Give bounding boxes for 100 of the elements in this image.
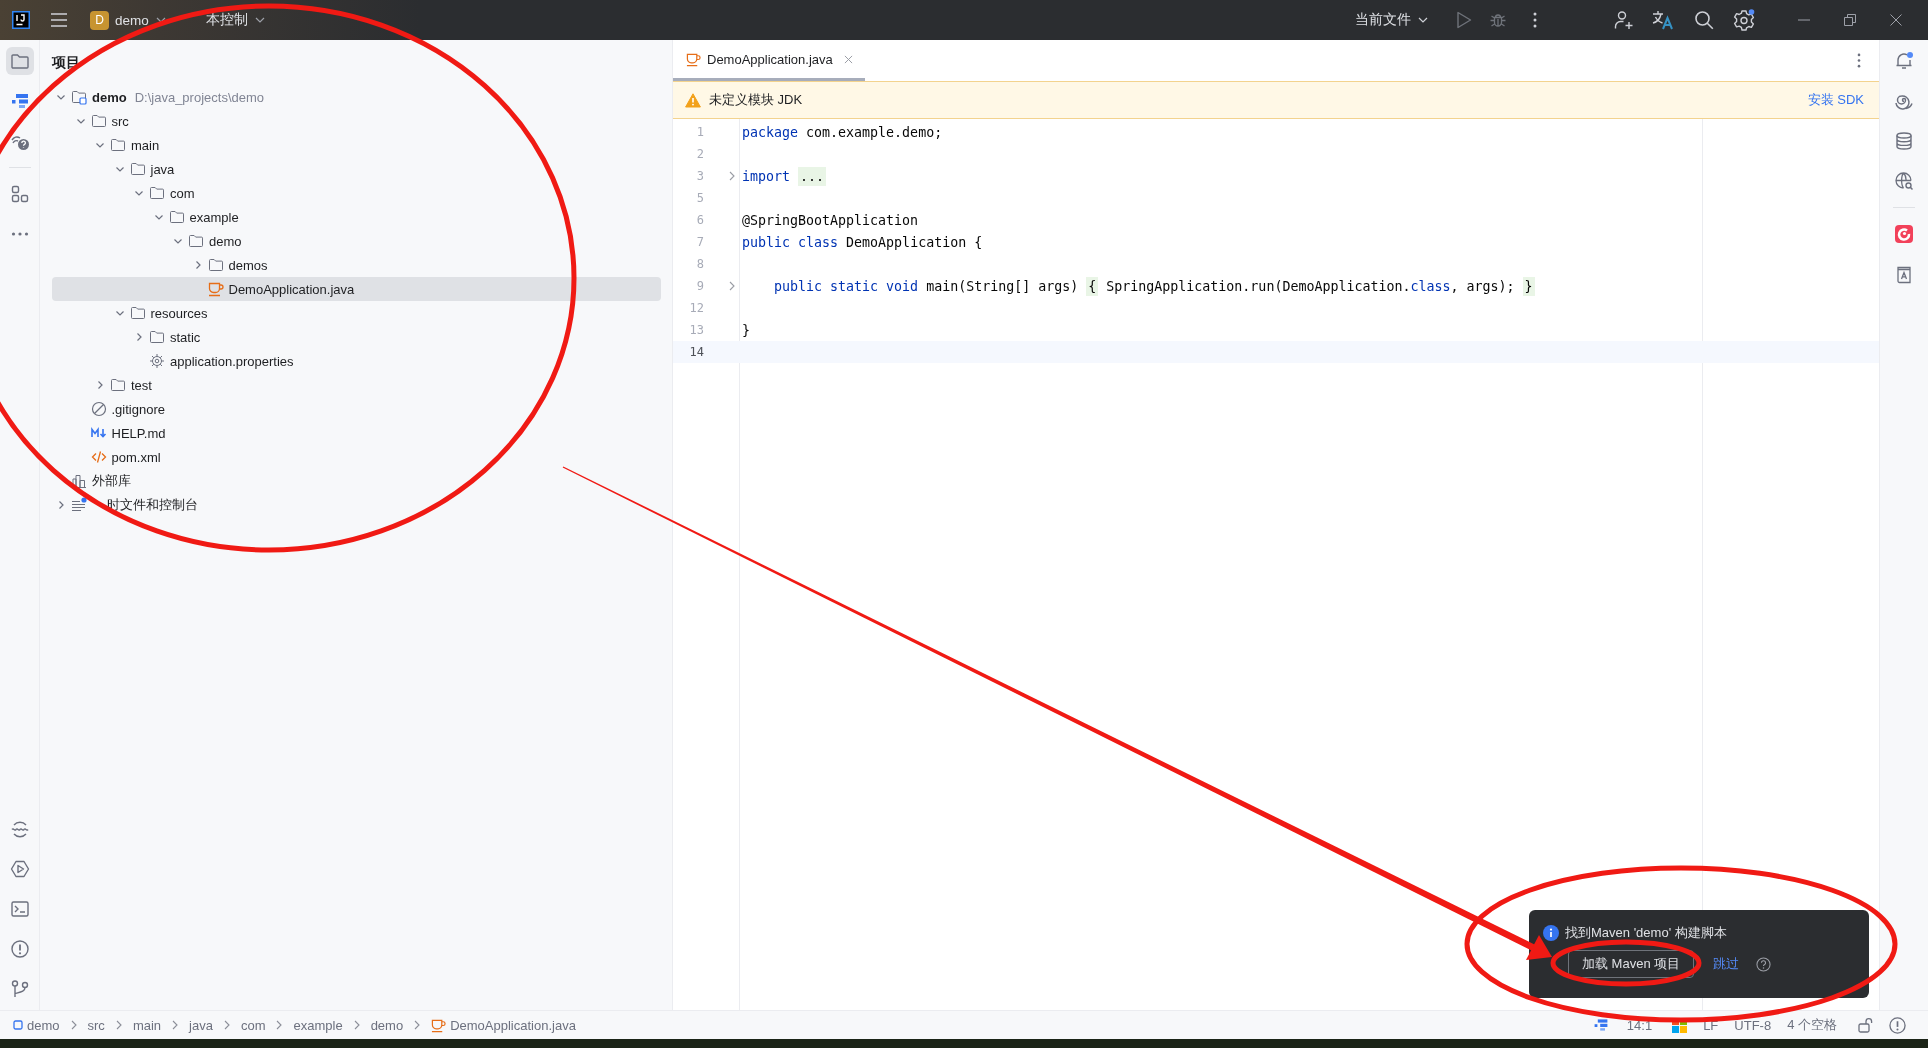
project-path: D:\java_projects\demo	[134, 89, 264, 105]
bug-icon[interactable]	[1489, 11, 1507, 29]
breadcrumb-separator-icon	[70, 1020, 77, 1030]
problems-icon[interactable]	[9, 939, 30, 959]
tree-item[interactable]: HELP.md	[52, 421, 661, 445]
line-number: 8	[695, 257, 704, 271]
code-line: }	[742, 322, 750, 338]
code-line: @SpringBootApplication	[742, 212, 919, 228]
line-number: 14	[688, 345, 704, 359]
tree-item[interactable]: pom.xml	[52, 445, 661, 469]
line-number: 13	[688, 323, 704, 337]
caret-icon	[254, 17, 265, 23]
tree-item[interactable]: static	[52, 325, 661, 349]
more-icon[interactable]	[1857, 53, 1861, 68]
module-folder-icon	[71, 89, 87, 105]
problems-icon[interactable]	[1889, 1016, 1906, 1034]
line-number: 6	[695, 213, 704, 227]
fold-chevron-icon[interactable]	[729, 281, 735, 291]
caret-position[interactable]: 14:1	[1626, 1017, 1653, 1033]
tree-item[interactable]: demo D:\java_projects\demo	[52, 85, 661, 109]
folder-icon	[149, 185, 165, 201]
tree-item[interactable]: 外部库	[52, 469, 661, 493]
caret-icon	[155, 17, 166, 23]
module-icon	[13, 1020, 23, 1030]
skip-link[interactable]: 跳过	[1713, 955, 1740, 973]
menu-icon[interactable]	[50, 12, 68, 28]
tree-item[interactable]: resources	[52, 301, 661, 325]
breadcrumb-separator-icon	[223, 1020, 230, 1030]
scratch-list-icon	[71, 497, 87, 513]
indent-setting[interactable]: 4 个空格	[1787, 1016, 1837, 1034]
line-number: 3	[695, 169, 704, 183]
blocked-circle-icon	[90, 401, 107, 417]
banner-message: 未定义模块 JDK	[709, 91, 803, 109]
tree-item[interactable]: main	[52, 133, 661, 157]
tree-item[interactable]: demo	[52, 229, 661, 253]
tree-item[interactable]: com	[52, 181, 661, 205]
terminal-icon[interactable]	[9, 899, 30, 919]
folder-icon	[90, 113, 107, 129]
tree-item[interactable]: src	[52, 109, 661, 133]
breadcrumb-item[interactable]: src	[87, 1017, 105, 1033]
settings-icon[interactable]	[1733, 9, 1755, 31]
translate-icon[interactable]	[1652, 10, 1674, 30]
code-line: import ...	[742, 168, 827, 184]
breadcrumb-separator-icon	[414, 1020, 421, 1030]
fold-chevron-icon[interactable]	[729, 171, 735, 181]
breadcrumb-item[interactable]: com	[240, 1017, 266, 1033]
breadcrumb-item[interactable]: DemoApplication.java	[431, 1017, 576, 1033]
folder-icon	[110, 137, 126, 153]
info-icon	[1543, 925, 1559, 941]
wave-icon[interactable]	[9, 819, 30, 839]
coffee-cup-icon	[207, 281, 224, 297]
bell-icon[interactable]	[1894, 51, 1914, 71]
unlocked-icon[interactable]	[1857, 1017, 1873, 1033]
structure-icon[interactable]	[1592, 1017, 1609, 1033]
tree-item[interactable]: application.properties	[52, 349, 661, 373]
install-sdk-link[interactable]: 安装 SDK	[1807, 91, 1864, 109]
code-line: public class DemoApplication {	[742, 234, 983, 250]
structure-icon[interactable]	[9, 91, 30, 111]
search-icon[interactable]	[1694, 10, 1714, 30]
add-user-icon[interactable]	[1614, 10, 1634, 30]
book-icon[interactable]	[1894, 264, 1914, 284]
caret-icon	[1418, 17, 1428, 23]
blocks-icon[interactable]	[9, 184, 30, 204]
breadcrumb-item[interactable]: demo	[13, 1017, 60, 1033]
folder-icon	[129, 161, 146, 177]
line-separator[interactable]: LF	[1703, 1017, 1719, 1033]
tree-item[interactable]: .gitignore	[52, 397, 661, 421]
git-branch-icon[interactable]	[9, 979, 30, 999]
vcs-dropdown[interactable]: 本控制	[205, 11, 265, 29]
database-icon[interactable]	[1894, 131, 1914, 151]
run-icon[interactable]	[1456, 11, 1472, 29]
folder-icon	[129, 305, 146, 321]
tree-item[interactable]: example	[52, 205, 661, 229]
folder-icon[interactable]	[5, 47, 34, 75]
app-logo-icon	[12, 11, 30, 29]
breadcrumb-item[interactable]: example	[293, 1017, 343, 1033]
tree-item[interactable]: demos	[52, 253, 661, 277]
tree-item[interactable]: java	[52, 157, 661, 181]
hexagon-play-icon[interactable]	[9, 859, 30, 879]
breadcrumb-item[interactable]: java	[189, 1017, 213, 1033]
file-encoding[interactable]: UTF-8	[1734, 1017, 1772, 1033]
globe-search-icon[interactable]	[1894, 171, 1914, 191]
folder-icon	[207, 257, 224, 273]
breadcrumb-item[interactable]: demo	[370, 1017, 404, 1033]
code-line: package com.example.demo;	[742, 124, 943, 140]
app-tile-icon[interactable]	[1894, 224, 1914, 244]
run-config-dropdown[interactable]: 当前文件	[1355, 11, 1428, 29]
restore-icon[interactable]	[1844, 14, 1856, 26]
notification-message: 找到Maven 'demo' 构建脚本	[1565, 924, 1727, 942]
library-icon	[71, 473, 87, 489]
close-icon[interactable]	[843, 54, 853, 64]
load-maven-button[interactable]: 加载 Maven 项目	[1568, 950, 1695, 978]
close-icon[interactable]	[1890, 14, 1902, 26]
breadcrumb-item[interactable]: main	[132, 1017, 162, 1033]
project-dropdown[interactable]: demo	[115, 12, 166, 28]
more-icon[interactable]	[1533, 12, 1537, 28]
help-icon[interactable]	[1756, 956, 1772, 972]
tree-item[interactable]: test	[52, 373, 661, 397]
tree-item[interactable]: DemoApplication.java	[52, 277, 661, 301]
tree-item[interactable]: 时文件和控制台	[52, 493, 661, 517]
